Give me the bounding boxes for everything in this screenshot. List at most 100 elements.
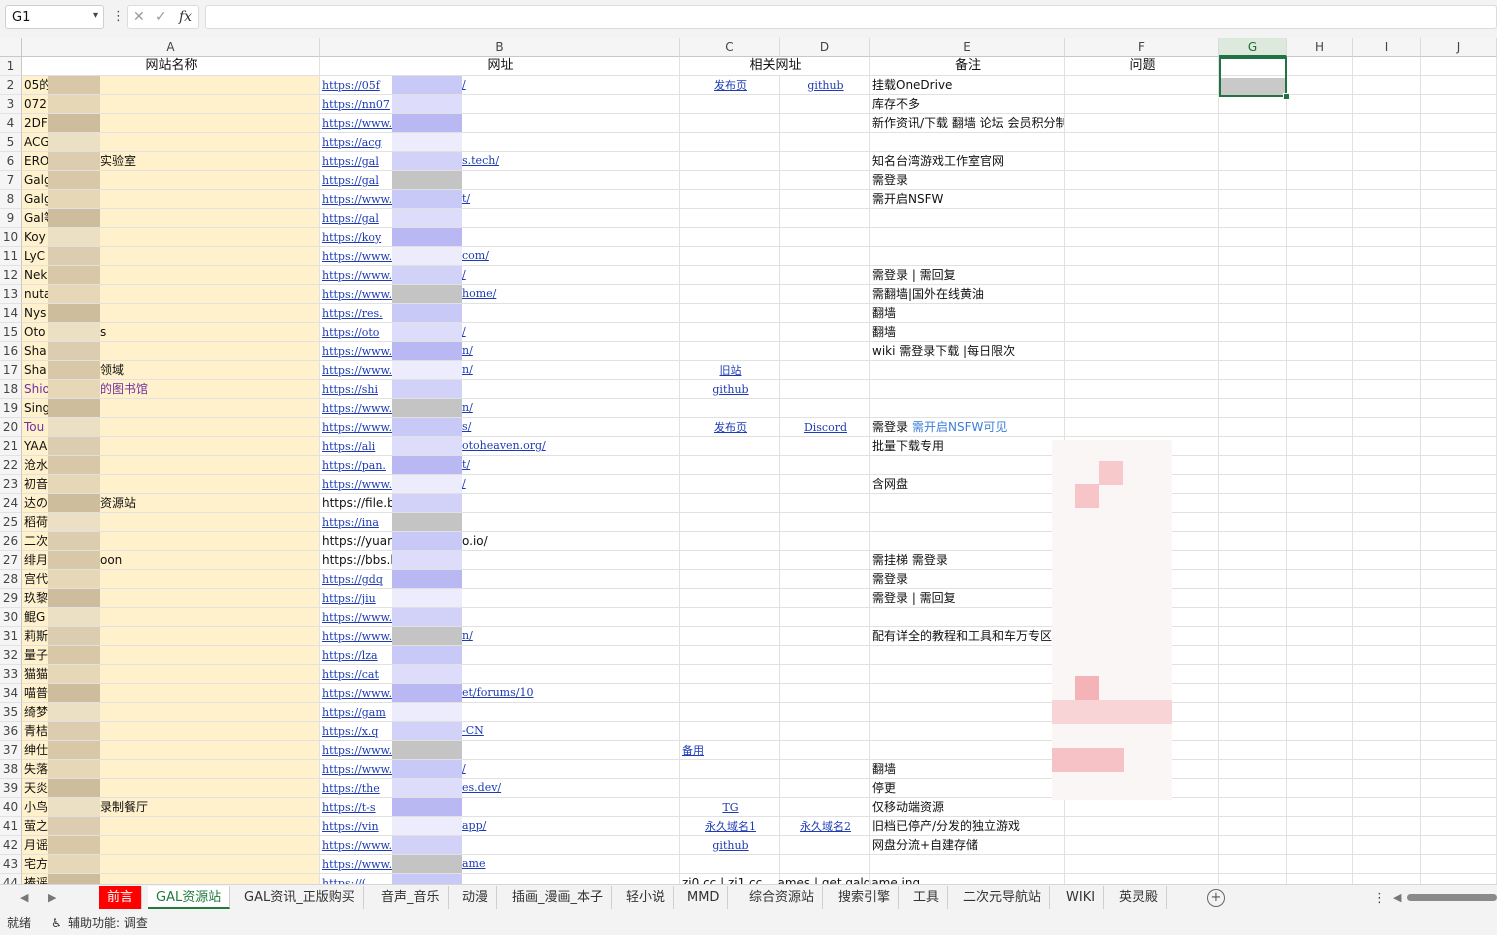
row-header[interactable]: 16 xyxy=(0,342,22,361)
cell-c[interactable] xyxy=(680,190,780,209)
related-link-2[interactable]: 永久域名2 xyxy=(800,820,851,833)
cell-d[interactable]: github xyxy=(780,76,870,95)
row-header[interactable]: 27 xyxy=(0,551,22,570)
url-prefix[interactable]: https://www. xyxy=(322,402,392,415)
tab-scroll-right-icon[interactable]: ▶ xyxy=(48,891,56,904)
cell-h[interactable] xyxy=(1287,779,1353,798)
col-header-e[interactable]: E xyxy=(870,38,1065,57)
sheet-tab[interactable]: 轻小说 xyxy=(618,886,675,909)
cell-f[interactable] xyxy=(1065,266,1219,285)
cell-i[interactable] xyxy=(1353,874,1421,884)
cell-h[interactable] xyxy=(1287,589,1353,608)
cell-e[interactable]: 批量下载专用 xyxy=(870,437,1065,456)
cell-d[interactable] xyxy=(780,760,870,779)
more-tabs-icon[interactable]: ⋮ xyxy=(1373,891,1386,906)
cell-c[interactable]: github xyxy=(680,836,780,855)
cell-j[interactable] xyxy=(1421,779,1497,798)
cell-j[interactable] xyxy=(1421,304,1497,323)
cell-b[interactable]: https://lza xyxy=(320,646,680,665)
cell-g[interactable] xyxy=(1219,133,1287,152)
cell-j[interactable] xyxy=(1421,760,1497,779)
row-header[interactable]: 5 xyxy=(0,133,22,152)
row-header[interactable]: 22 xyxy=(0,456,22,475)
cell-g[interactable] xyxy=(1219,456,1287,475)
cell-d[interactable] xyxy=(780,836,870,855)
cell-d[interactable] xyxy=(780,437,870,456)
cell-g[interactable] xyxy=(1219,874,1287,884)
row-header[interactable]: 4 xyxy=(0,114,22,133)
formula-input[interactable] xyxy=(205,5,1497,29)
cell-a[interactable]: YAA xyxy=(22,437,320,456)
cell-j[interactable] xyxy=(1421,57,1497,76)
cell-g[interactable] xyxy=(1219,171,1287,190)
cell-b[interactable]: https://www. com/ xyxy=(320,247,680,266)
cell-a[interactable]: 喵普 xyxy=(22,684,320,703)
related-link-1[interactable]: github xyxy=(712,383,748,396)
cell-j[interactable] xyxy=(1421,646,1497,665)
cell-g[interactable] xyxy=(1219,475,1287,494)
cell-a[interactable]: 稻荷 xyxy=(22,513,320,532)
cell-d[interactable] xyxy=(780,323,870,342)
cell-g[interactable] xyxy=(1219,95,1287,114)
cell-i[interactable] xyxy=(1353,513,1421,532)
cell-h[interactable] xyxy=(1287,798,1353,817)
cell-a[interactable]: 二次 xyxy=(22,532,320,551)
col-header-h[interactable]: H xyxy=(1287,38,1353,57)
cell-b[interactable]: https://file.b xyxy=(320,494,680,513)
cell-j[interactable] xyxy=(1421,570,1497,589)
cell-e[interactable] xyxy=(870,703,1065,722)
cell-a[interactable]: 量子 xyxy=(22,646,320,665)
col-header-b[interactable]: B xyxy=(320,38,680,57)
url-prefix[interactable]: https://www. xyxy=(322,744,392,757)
cell-a[interactable]: Koy xyxy=(22,228,320,247)
cell-a[interactable]: Nek xyxy=(22,266,320,285)
cell-d[interactable] xyxy=(780,703,870,722)
cell-d[interactable] xyxy=(780,209,870,228)
sheet-tab[interactable]: GAL资源站 xyxy=(148,886,231,909)
cell-b[interactable]: https://www. n/ xyxy=(320,627,680,646)
cell-h[interactable] xyxy=(1287,95,1353,114)
url-prefix[interactable]: https://vin xyxy=(322,820,379,833)
row-header[interactable]: 33 xyxy=(0,665,22,684)
cell-e[interactable]: 含网盘 xyxy=(870,475,1065,494)
cell-j[interactable] xyxy=(1421,532,1497,551)
cell-h[interactable] xyxy=(1287,209,1353,228)
cell-d[interactable]: Discord xyxy=(780,418,870,437)
cell-f[interactable] xyxy=(1065,285,1219,304)
cell-f[interactable] xyxy=(1065,304,1219,323)
row-header[interactable]: 19 xyxy=(0,399,22,418)
cell-f[interactable] xyxy=(1065,209,1219,228)
cell-c[interactable]: TG xyxy=(680,798,780,817)
related-link-2[interactable]: Discord xyxy=(804,421,847,434)
cell-i[interactable] xyxy=(1353,532,1421,551)
cell-j[interactable] xyxy=(1421,684,1497,703)
cell-j[interactable] xyxy=(1421,494,1497,513)
cell-g[interactable] xyxy=(1219,209,1287,228)
url-prefix[interactable]: https://www. xyxy=(322,630,392,643)
cell-i[interactable] xyxy=(1353,437,1421,456)
cell-c[interactable] xyxy=(680,570,780,589)
cell-f[interactable] xyxy=(1065,171,1219,190)
cell-h[interactable] xyxy=(1287,665,1353,684)
cell-d[interactable] xyxy=(780,722,870,741)
cell-d[interactable] xyxy=(780,304,870,323)
row-header[interactable]: 42 xyxy=(0,836,22,855)
cell-g[interactable] xyxy=(1219,798,1287,817)
cell-c[interactable] xyxy=(680,133,780,152)
cell-b[interactable]: https://www. / xyxy=(320,475,680,494)
cell-j[interactable] xyxy=(1421,798,1497,817)
cell-j[interactable] xyxy=(1421,551,1497,570)
cell-j[interactable] xyxy=(1421,722,1497,741)
cell-i[interactable] xyxy=(1353,380,1421,399)
cell-d[interactable] xyxy=(780,380,870,399)
cell-h[interactable] xyxy=(1287,627,1353,646)
url-suffix[interactable]: app/ xyxy=(462,817,486,835)
url-prefix[interactable]: https://www. xyxy=(322,839,392,852)
cell-g[interactable] xyxy=(1219,228,1287,247)
col-header-i[interactable]: I xyxy=(1353,38,1421,57)
cell-a[interactable]: nuta xyxy=(22,285,320,304)
url-suffix[interactable]: otoheaven.org/ xyxy=(462,437,546,455)
row-header[interactable]: 9 xyxy=(0,209,22,228)
cell-c[interactable] xyxy=(680,665,780,684)
cell-e[interactable]: 需登录 需开启NSFW可见 xyxy=(870,418,1065,437)
